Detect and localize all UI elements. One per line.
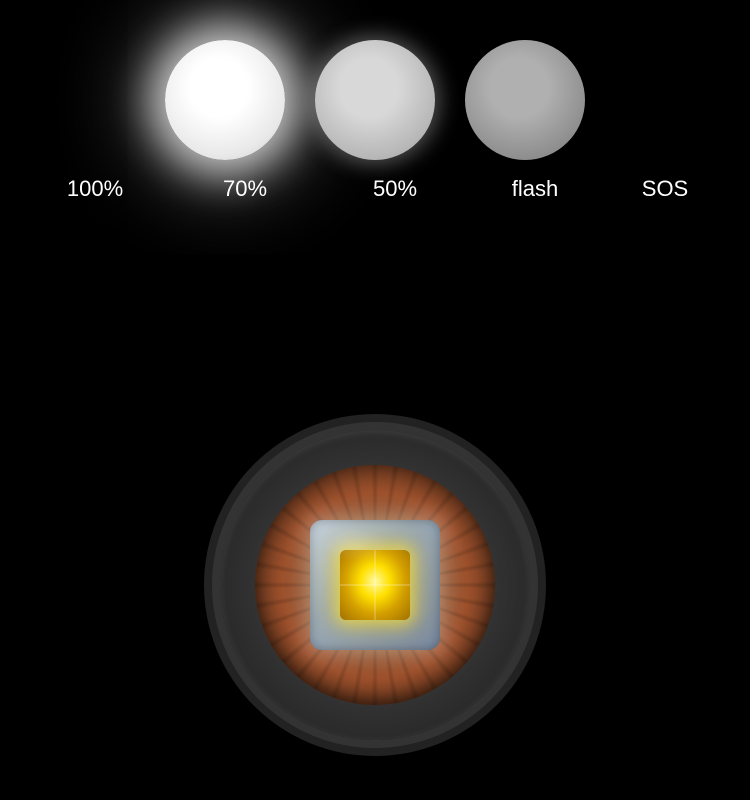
- labels-row: 100% 70% 50% flash SOS: [35, 176, 715, 202]
- lens-inner-glass: [310, 520, 440, 650]
- circles-row: [165, 20, 585, 160]
- label-sos: SOS: [615, 176, 715, 202]
- label-50: 50%: [335, 176, 455, 202]
- lens-section: [220, 430, 530, 740]
- label-100: 100%: [35, 176, 155, 202]
- lens-outer-ring: [220, 430, 530, 740]
- mode-50-item: [465, 40, 585, 160]
- label-70: 70%: [185, 176, 305, 202]
- brightness-circle-70: [315, 40, 435, 160]
- modes-section: 100% 70% 50% flash SOS: [0, 20, 750, 202]
- led-emitter: [340, 550, 410, 620]
- lens-copper-ring: [255, 465, 495, 705]
- brightness-circle-50: [465, 40, 585, 160]
- lens-highlight: [325, 530, 385, 560]
- label-flash: flash: [485, 176, 585, 202]
- page: 100% 70% 50% flash SOS: [0, 0, 750, 800]
- brightness-circle-100: [165, 40, 285, 160]
- mode-100-item: [165, 40, 285, 160]
- mode-70-item: [315, 40, 435, 160]
